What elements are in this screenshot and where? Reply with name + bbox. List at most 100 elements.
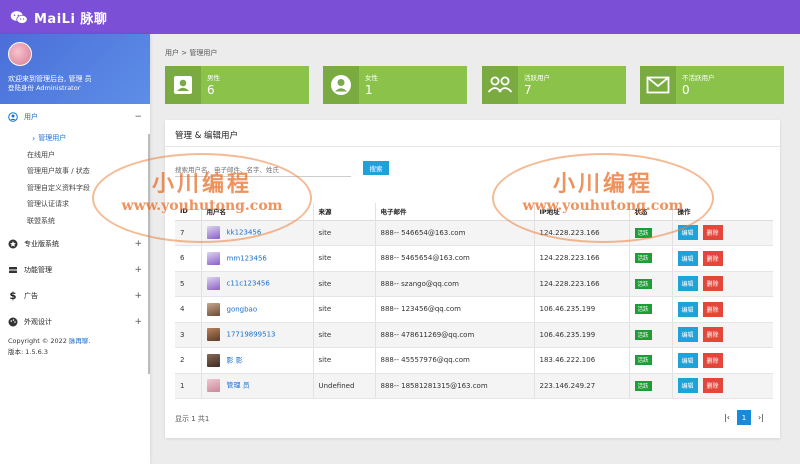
user-avatar[interactable] [206,251,220,265]
header-id[interactable]: ID [175,203,201,221]
sidebar-item-design[interactable]: 外观设计 + [0,309,150,335]
cell-status: 活跃 [628,322,672,348]
username-link[interactable]: mm123456 [227,254,267,262]
edit-button[interactable]: 编辑 [677,225,698,241]
sidebar-subitem-user-stories[interactable]: 管理用户故事 / 状态 [0,163,150,180]
delete-button[interactable]: 删除 [702,378,723,394]
cell-status: 活跃 [628,296,672,323]
expand-icon[interactable]: + [134,239,142,249]
first-page-button[interactable]: |‹ [720,410,734,425]
edit-button[interactable]: 编辑 [677,301,698,317]
cell-email: 888-- 18581281315@163.com [374,373,534,399]
table-row: 5 c11c123456 site 888-- szango@qq.com 124.22… [175,271,773,297]
sidebar-subitem-affiliates[interactable]: 联盟系统 [0,213,150,230]
edit-button[interactable]: 编辑 [677,250,698,266]
table-row: 4 gongbao site 888-- 123456@qq.com 106.46.23… [175,296,773,323]
search-input[interactable] [175,163,351,177]
user-avatar[interactable] [206,226,220,240]
cell-ip: 183.46.222.106 [533,347,629,374]
cell-username: 管理 员 [200,373,313,399]
cell-ip: 223.146.249.27 [533,373,629,399]
user-avatar[interactable] [206,302,220,316]
header-email[interactable]: 电子邮件 [374,203,534,221]
expand-icon[interactable]: + [134,265,142,275]
header-status[interactable]: 状态 [628,203,672,221]
last-page-button[interactable]: ›| [754,410,768,425]
status-badge: 活跃 [634,380,652,391]
edit-button[interactable]: 编辑 [677,327,698,343]
expand-icon[interactable]: + [134,291,142,301]
header-ip[interactable]: IP地址 [533,203,629,221]
status-badge: 活跃 [634,355,652,366]
user-avatar[interactable] [206,353,220,367]
username-link[interactable]: 影 影 [227,356,243,364]
stat-card-inactive: 不活跃用户 0 [640,66,784,104]
stat-card-male: 男性 6 [165,66,309,104]
edit-button[interactable]: 编辑 [677,378,698,394]
delete-button[interactable]: 删除 [702,225,723,241]
search-button[interactable]: 搜索 [363,161,389,175]
dollar-icon: $ [9,290,17,302]
header-source[interactable]: 来源 [312,203,375,221]
header-username[interactable]: 用户名 [200,203,313,221]
sidebar-item-label: 广告 [24,292,38,300]
sidebar-item-users[interactable]: 用户 − [0,104,150,130]
username-link[interactable]: 管理 员 [227,382,250,390]
cell-id: 5 [175,271,201,297]
cell-actions: 编辑 删除 [671,220,773,246]
username-link[interactable]: c11c123456 [227,280,270,288]
chevron-right-icon: › [32,133,36,143]
top-bar: MaiLi 脉聊 [0,0,800,34]
expand-icon[interactable]: + [134,317,142,327]
username-link[interactable]: kk123456 [227,229,262,237]
delete-button[interactable]: 删除 [702,301,723,317]
sidebar-item-ads[interactable]: $ 广告 + [0,283,150,309]
user-avatar[interactable] [206,379,220,393]
collapse-icon[interactable]: − [134,112,142,122]
sidebar-item-label: 外观设计 [24,318,52,326]
cell-source: Undefined [312,373,375,399]
cell-status: 活跃 [628,347,672,374]
cell-username: c11c123456 [200,271,313,297]
user-avatar[interactable] [206,328,220,342]
sidebar-scrollbar[interactable] [148,134,150,374]
delete-button[interactable]: 删除 [702,327,723,343]
cell-email: 888-- 123456@qq.com [374,296,534,323]
edit-button[interactable]: 编辑 [677,352,698,368]
cell-status: 活跃 [628,245,672,272]
users-card: 管理 & 编辑用户 搜索 ID 用户名 来源 电子邮件 IP地址 状态 操作 7… [165,120,780,438]
cell-username: 17719899513 [200,322,313,348]
sidebar-item-features[interactable]: 功能管理 + [0,257,150,283]
cell-actions: 编辑 删除 [671,373,773,399]
cell-source: site [312,347,375,374]
edit-button[interactable]: 编辑 [677,276,698,292]
cell-actions: 编辑 删除 [671,322,773,348]
delete-button[interactable]: 删除 [702,276,723,292]
stat-card-active: 活跃用户 7 [482,66,626,104]
avatar[interactable] [8,42,32,66]
star-icon [8,239,18,249]
sidebar-subitem-online-users[interactable]: 在线用户 [0,147,150,164]
cell-actions: 编辑 删除 [671,271,773,297]
male-user-icon [165,66,201,104]
delete-button[interactable]: 删除 [702,352,723,368]
stat-value: 1 [365,83,373,97]
sidebar-subitem-custom-fields[interactable]: 管理自定义资料字段 [0,180,150,197]
female-user-icon [323,66,359,104]
page-button-current[interactable]: 1 [737,410,751,425]
username-link[interactable]: 17719899513 [227,331,276,339]
cell-email: 888-- szango@qq.com [374,271,534,297]
toggle-feature-icon [8,265,18,275]
delete-button[interactable]: 删除 [702,250,723,266]
copyright-link[interactable]: 脉再聊 [69,337,89,345]
sidebar-item-pro[interactable]: 专业版系统 + [0,231,150,257]
app-brand[interactable]: MaiLi 脉聊 [34,8,107,27]
user-avatar[interactable] [206,277,220,291]
sidebar-subitem-manage-users[interactable]: › 管理用户 [0,130,150,147]
table-row: 6 mm123456 site 888-- 5465654@163.com 124.22… [175,245,773,272]
username-link[interactable]: gongbao [227,305,258,313]
sidebar-subitem-verification[interactable]: 管理认证请求 [0,196,150,213]
sidebar-subitem-label: 管理用户 [38,134,67,143]
profile-panel: 欢迎来到管理后台, 管理 员 登陆身份 Administrator [0,34,150,104]
stat-label: 女性 [365,74,378,82]
